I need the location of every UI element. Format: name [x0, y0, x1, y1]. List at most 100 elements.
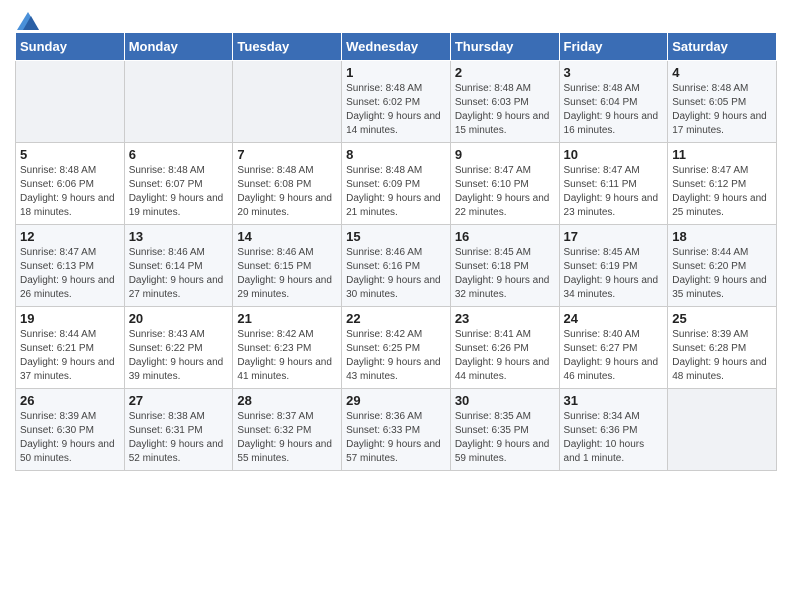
day-number: 9	[455, 147, 555, 162]
calendar-week-1: 1 Sunrise: 8:48 AMSunset: 6:02 PMDaylight…	[16, 61, 777, 143]
calendar-cell: 12Sunrise: 8:47 AMSunset: 6:13 PMDayligh…	[16, 225, 125, 307]
day-number: 31	[564, 393, 664, 408]
day-number: 15	[346, 229, 446, 244]
calendar-cell: 20 Sunrise: 8:43 AMSunset: 6:22 PMDayligh…	[124, 307, 233, 389]
day-info: Sunrise: 8:44 AMSunset: 6:20 PMDaylight:…	[672, 246, 772, 302]
calendar-cell: 8 Sunrise: 8:48 AMSunset: 6:09 PMDaylight…	[342, 143, 451, 225]
calendar-cell	[668, 389, 777, 471]
day-info: Sunrise: 8:48 AMSunset: 6:03 PMDaylight:…	[455, 82, 555, 138]
day-info: Sunrise: 8:46 AMSunset: 6:14 PMDaylight:…	[129, 246, 229, 302]
header	[15, 10, 777, 26]
calendar-cell: 4 Sunrise: 8:48 AMSunset: 6:05 PMDaylight…	[668, 61, 777, 143]
calendar-cell: 14 Sunrise: 8:46 AMSunset: 6:15 PMDayligh…	[233, 225, 342, 307]
day-info: Sunrise: 8:41 AMSunset: 6:26 PMDaylight:…	[455, 328, 555, 384]
calendar-cell: 21 Sunrise: 8:42 AMSunset: 6:23 PMDayligh…	[233, 307, 342, 389]
day-number: 11	[672, 147, 772, 162]
logo-icon	[17, 12, 39, 30]
day-info: Sunrise: 8:43 AMSunset: 6:22 PMDaylight:…	[129, 328, 229, 384]
day-number: 18	[672, 229, 772, 244]
calendar-cell: 23 Sunrise: 8:41 AMSunset: 6:26 PMDayligh…	[450, 307, 559, 389]
day-number: 30	[455, 393, 555, 408]
day-number: 3	[564, 65, 664, 80]
calendar-cell: 13 Sunrise: 8:46 AMSunset: 6:14 PMDayligh…	[124, 225, 233, 307]
day-number: 23	[455, 311, 555, 326]
calendar-cell: 1 Sunrise: 8:48 AMSunset: 6:02 PMDaylight…	[342, 61, 451, 143]
day-number: 20	[129, 311, 229, 326]
logo	[15, 14, 39, 26]
day-info: Sunrise: 8:46 AMSunset: 6:15 PMDaylight:…	[237, 246, 337, 302]
calendar-cell: 24 Sunrise: 8:40 AMSunset: 6:27 PMDayligh…	[559, 307, 668, 389]
weekday-header-friday: Friday	[559, 33, 668, 61]
day-number: 2	[455, 65, 555, 80]
day-number: 17	[564, 229, 664, 244]
day-number: 4	[672, 65, 772, 80]
day-info: Sunrise: 8:37 AMSunset: 6:32 PMDaylight:…	[237, 410, 337, 466]
day-number: 14	[237, 229, 337, 244]
day-info: Sunrise: 8:48 AMSunset: 6:05 PMDaylight:…	[672, 82, 772, 138]
day-info: Sunrise: 8:36 AMSunset: 6:33 PMDaylight:…	[346, 410, 446, 466]
day-number: 5	[20, 147, 120, 162]
weekday-header-monday: Monday	[124, 33, 233, 61]
calendar-cell: 15 Sunrise: 8:46 AMSunset: 6:16 PMDayligh…	[342, 225, 451, 307]
day-number: 10	[564, 147, 664, 162]
day-info: Sunrise: 8:48 AMSunset: 6:02 PMDaylight:…	[346, 82, 446, 138]
day-number: 13	[129, 229, 229, 244]
calendar-cell: 19Sunrise: 8:44 AMSunset: 6:21 PMDayligh…	[16, 307, 125, 389]
calendar-cell: 11Sunrise: 8:47 AMSunset: 6:12 PMDayligh…	[668, 143, 777, 225]
day-number: 8	[346, 147, 446, 162]
weekday-header-row: SundayMondayTuesdayWednesdayThursdayFrid…	[16, 33, 777, 61]
calendar-week-3: 12Sunrise: 8:47 AMSunset: 6:13 PMDayligh…	[16, 225, 777, 307]
calendar-cell: 9 Sunrise: 8:47 AMSunset: 6:10 PMDaylight…	[450, 143, 559, 225]
calendar-week-4: 19Sunrise: 8:44 AMSunset: 6:21 PMDayligh…	[16, 307, 777, 389]
day-info: Sunrise: 8:40 AMSunset: 6:27 PMDaylight:…	[564, 328, 664, 384]
calendar-cell: 2 Sunrise: 8:48 AMSunset: 6:03 PMDaylight…	[450, 61, 559, 143]
day-number: 1	[346, 65, 446, 80]
day-info: Sunrise: 8:46 AMSunset: 6:16 PMDaylight:…	[346, 246, 446, 302]
day-number: 25	[672, 311, 772, 326]
calendar-cell: 27 Sunrise: 8:38 AMSunset: 6:31 PMDayligh…	[124, 389, 233, 471]
day-info: Sunrise: 8:48 AMSunset: 6:08 PMDaylight:…	[237, 164, 337, 220]
calendar-cell: 3 Sunrise: 8:48 AMSunset: 6:04 PMDaylight…	[559, 61, 668, 143]
weekday-header-sunday: Sunday	[16, 33, 125, 61]
day-info: Sunrise: 8:47 AMSunset: 6:13 PMDaylight:…	[20, 246, 120, 302]
day-info: Sunrise: 8:48 AMSunset: 6:04 PMDaylight:…	[564, 82, 664, 138]
day-info: Sunrise: 8:39 AMSunset: 6:28 PMDaylight:…	[672, 328, 772, 384]
calendar-week-5: 26 Sunrise: 8:39 AMSunset: 6:30 PMDayligh…	[16, 389, 777, 471]
day-number: 16	[455, 229, 555, 244]
day-info: Sunrise: 8:39 AMSunset: 6:30 PMDaylight:…	[20, 410, 120, 466]
calendar-cell: 22Sunrise: 8:42 AMSunset: 6:25 PMDayligh…	[342, 307, 451, 389]
day-number: 27	[129, 393, 229, 408]
calendar-cell: 10 Sunrise: 8:47 AMSunset: 6:11 PMDayligh…	[559, 143, 668, 225]
day-info: Sunrise: 8:44 AMSunset: 6:21 PMDaylight:…	[20, 328, 120, 384]
calendar-cell: 30 Sunrise: 8:35 AMSunset: 6:35 PMDayligh…	[450, 389, 559, 471]
calendar-cell	[124, 61, 233, 143]
day-number: 7	[237, 147, 337, 162]
calendar-cell: 18 Sunrise: 8:44 AMSunset: 6:20 PMDayligh…	[668, 225, 777, 307]
day-info: Sunrise: 8:38 AMSunset: 6:31 PMDaylight:…	[129, 410, 229, 466]
calendar-table: SundayMondayTuesdayWednesdayThursdayFrid…	[15, 32, 777, 471]
calendar-cell	[233, 61, 342, 143]
calendar-cell: 5Sunrise: 8:48 AMSunset: 6:06 PMDaylight…	[16, 143, 125, 225]
day-info: Sunrise: 8:47 AMSunset: 6:10 PMDaylight:…	[455, 164, 555, 220]
calendar-cell: 25 Sunrise: 8:39 AMSunset: 6:28 PMDayligh…	[668, 307, 777, 389]
day-number: 26	[20, 393, 120, 408]
day-info: Sunrise: 8:45 AMSunset: 6:19 PMDaylight:…	[564, 246, 664, 302]
calendar-cell: 28 Sunrise: 8:37 AMSunset: 6:32 PMDayligh…	[233, 389, 342, 471]
calendar-cell: 7 Sunrise: 8:48 AMSunset: 6:08 PMDaylight…	[233, 143, 342, 225]
day-number: 29	[346, 393, 446, 408]
day-info: Sunrise: 8:42 AMSunset: 6:23 PMDaylight:…	[237, 328, 337, 384]
day-info: Sunrise: 8:47 AMSunset: 6:11 PMDaylight:…	[564, 164, 664, 220]
day-number: 21	[237, 311, 337, 326]
calendar-cell	[16, 61, 125, 143]
day-info: Sunrise: 8:42 AMSunset: 6:25 PMDaylight:…	[346, 328, 446, 384]
day-info: Sunrise: 8:34 AMSunset: 6:36 PMDaylight:…	[564, 410, 664, 466]
day-number: 28	[237, 393, 337, 408]
day-info: Sunrise: 8:45 AMSunset: 6:18 PMDaylight:…	[455, 246, 555, 302]
day-info: Sunrise: 8:48 AMSunset: 6:09 PMDaylight:…	[346, 164, 446, 220]
calendar-week-2: 5Sunrise: 8:48 AMSunset: 6:06 PMDaylight…	[16, 143, 777, 225]
weekday-header-thursday: Thursday	[450, 33, 559, 61]
calendar-cell: 17 Sunrise: 8:45 AMSunset: 6:19 PMDayligh…	[559, 225, 668, 307]
day-info: Sunrise: 8:35 AMSunset: 6:35 PMDaylight:…	[455, 410, 555, 466]
day-number: 24	[564, 311, 664, 326]
weekday-header-saturday: Saturday	[668, 33, 777, 61]
